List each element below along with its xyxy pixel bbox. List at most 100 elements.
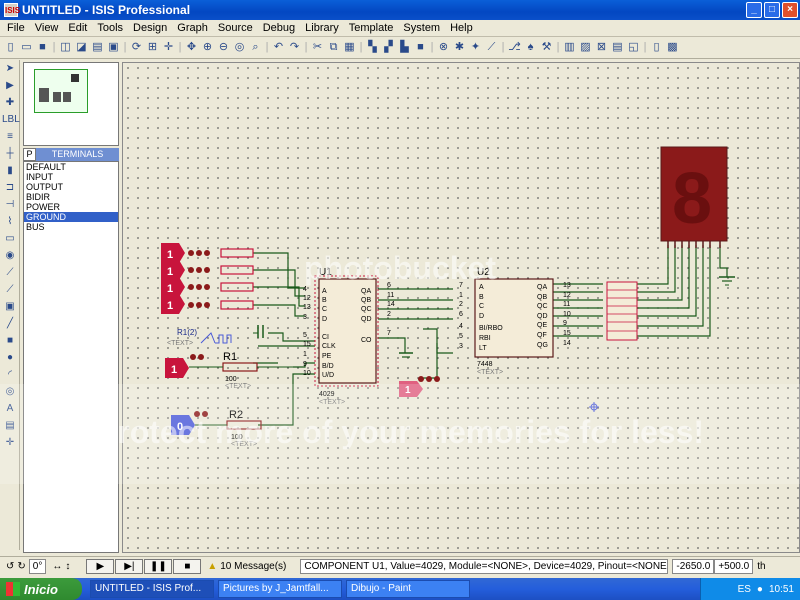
device-pins-icon[interactable]: ⊣ xyxy=(2,197,18,213)
menu-help[interactable]: Help xyxy=(445,22,478,34)
origin-icon[interactable]: ✛ xyxy=(161,40,176,55)
zoom-all-icon[interactable]: ◎ xyxy=(232,40,247,55)
title-bar[interactable]: ISIS UNTITLED - ISIS Professional _ □ × xyxy=(0,0,800,20)
circle-icon[interactable]: ● xyxy=(2,350,18,366)
cut-icon[interactable]: ✂ xyxy=(310,40,325,55)
start-button[interactable]: Inicio xyxy=(0,578,82,600)
virtual-instruments-icon[interactable]: ▣ xyxy=(2,299,18,315)
task-photobucket[interactable]: Pictures by J_Jamtfall... xyxy=(218,580,342,598)
terminals-mode-icon[interactable]: ⊐ xyxy=(2,180,18,196)
terminal-item-input[interactable]: INPUT xyxy=(24,172,118,182)
remove-sheet-icon[interactable]: ▨ xyxy=(578,40,593,55)
wire-autorouter-icon[interactable]: ⎇ xyxy=(507,40,522,55)
open-folder-icon[interactable]: ▭ xyxy=(19,40,34,55)
mirror-vertical-icon[interactable]: ↕ xyxy=(65,561,70,572)
grid-icon[interactable]: ⊞ xyxy=(145,40,160,55)
task-paint[interactable]: Dibujo - Paint xyxy=(346,580,470,598)
zoom-area-icon[interactable]: ⌕ xyxy=(248,40,263,55)
current-probe-icon[interactable]: ⟋ xyxy=(2,282,18,298)
play-button[interactable]: ▶ xyxy=(86,559,115,574)
copy-icon[interactable]: ⧉ xyxy=(326,40,341,55)
export-icon[interactable]: ◪ xyxy=(74,40,89,55)
pan-icon[interactable]: ✥ xyxy=(184,40,199,55)
undo-icon[interactable]: ↶ xyxy=(271,40,286,55)
tape-recorder-icon[interactable]: ▭ xyxy=(2,231,18,247)
generator-icon[interactable]: ◉ xyxy=(2,248,18,264)
stop-button[interactable]: ■ xyxy=(173,559,202,574)
logic-state-4[interactable]: 1 xyxy=(161,294,185,314)
menu-system[interactable]: System xyxy=(398,22,445,34)
step-button[interactable]: ▶| xyxy=(115,559,144,574)
wire-label-icon[interactable]: LBL xyxy=(2,112,20,128)
message-count[interactable]: 10 Message(s) xyxy=(220,561,286,572)
selection-mode-icon[interactable]: ➤ xyxy=(2,61,18,77)
pick-devices-button[interactable]: P xyxy=(23,148,36,161)
message-warning-icon[interactable]: ▲ xyxy=(207,561,217,572)
menu-design[interactable]: Design xyxy=(128,22,172,34)
clock-generator[interactable]: R1(2) <TEXT> xyxy=(167,328,232,347)
junction-dot-icon[interactable]: ✚ xyxy=(2,95,18,111)
rotate-ccw-icon[interactable]: ↺ xyxy=(6,561,14,572)
ic-u2[interactable]: U2 7448 <TEXT> A B C D BI/RBO RBI LT 7 1… xyxy=(459,267,571,376)
arc-icon[interactable]: ◜ xyxy=(2,367,18,383)
menu-tools[interactable]: Tools xyxy=(92,22,128,34)
save-icon[interactable]: ■ xyxy=(35,40,50,55)
overview-viewport[interactable] xyxy=(34,69,88,113)
pick-device-icon[interactable]: ⊗ xyxy=(436,40,451,55)
seven-segment-display[interactable]: 8 xyxy=(660,146,728,248)
erc-icon[interactable]: ◱ xyxy=(626,40,641,55)
close-button[interactable]: × xyxy=(782,2,798,18)
menu-library[interactable]: Library xyxy=(300,22,344,34)
minimize-button[interactable]: _ xyxy=(746,2,762,18)
tray-app-icon[interactable]: ● xyxy=(757,584,763,595)
text-script-icon[interactable]: ≡ xyxy=(2,129,18,145)
clock[interactable]: 10:51 xyxy=(769,584,794,595)
mirror-horizontal-icon[interactable]: ↔ xyxy=(52,561,62,572)
redraw-icon[interactable]: ⟳ xyxy=(129,40,144,55)
capacitor[interactable] xyxy=(253,325,264,338)
output-resistor-pack[interactable] xyxy=(606,281,638,341)
print-area-icon[interactable]: ▣ xyxy=(106,40,121,55)
zoom-out-icon[interactable]: ⊖ xyxy=(216,40,231,55)
pause-button[interactable]: ❚❚ xyxy=(144,559,173,574)
terminal-item-default[interactable]: DEFAULT xyxy=(24,162,118,172)
print-icon[interactable]: ▤ xyxy=(90,40,105,55)
make-device-icon[interactable]: ✱ xyxy=(452,40,467,55)
terminal-item-bus[interactable]: BUS xyxy=(24,222,118,232)
menu-edit[interactable]: Edit xyxy=(63,22,92,34)
menu-template[interactable]: Template xyxy=(344,22,399,34)
redo-icon[interactable]: ↷ xyxy=(287,40,302,55)
menu-debug[interactable]: Debug xyxy=(258,22,300,34)
netlist-icon[interactable]: ▯ xyxy=(649,40,664,55)
bus-icon[interactable]: ┼ xyxy=(2,146,18,162)
new-sheet-icon[interactable]: ▥ xyxy=(562,40,577,55)
package-icon[interactable]: ✦ xyxy=(468,40,483,55)
component-mode-icon[interactable]: ▶ xyxy=(2,78,18,94)
logic-state-r1[interactable]: 1 xyxy=(165,354,204,378)
terminal-item-output[interactable]: OUTPUT xyxy=(24,182,118,192)
block-rotate-icon[interactable]: ▙ xyxy=(397,40,412,55)
block-copy-icon[interactable]: ▚ xyxy=(365,40,380,55)
language-indicator[interactable]: ES xyxy=(738,584,751,595)
new-file-icon[interactable]: ▯ xyxy=(3,40,18,55)
ares-icon[interactable]: ▩ xyxy=(665,40,680,55)
rotate-cw-icon[interactable]: ↻ xyxy=(17,561,25,572)
decompose-icon[interactable]: ⟋ xyxy=(484,40,499,55)
voltage-probe-icon[interactable]: ⟋ xyxy=(2,265,18,281)
terminal-item-bidir[interactable]: BIDIR xyxy=(24,192,118,202)
task-isis[interactable]: UNTITLED - ISIS Prof... xyxy=(90,580,214,598)
bom-icon[interactable]: ▤ xyxy=(610,40,625,55)
menu-graph[interactable]: Graph xyxy=(172,22,213,34)
maximize-button[interactable]: □ xyxy=(764,2,780,18)
graph-mode-icon[interactable]: ⌇ xyxy=(2,214,18,230)
property-tool-icon[interactable]: ⚒ xyxy=(539,40,554,55)
paste-icon[interactable]: ▦ xyxy=(342,40,357,55)
search-tag-icon[interactable]: ♠ xyxy=(523,40,538,55)
subcircuit-icon[interactable]: ▮ xyxy=(2,163,18,179)
menu-view[interactable]: View xyxy=(30,22,64,34)
block-delete-icon[interactable]: ■ xyxy=(413,40,428,55)
block-move-icon[interactable]: ▞ xyxy=(381,40,396,55)
terminal-item-power[interactable]: POWER xyxy=(24,202,118,212)
goto-sheet-icon[interactable]: ⊠ xyxy=(594,40,609,55)
menu-source[interactable]: Source xyxy=(213,22,258,34)
